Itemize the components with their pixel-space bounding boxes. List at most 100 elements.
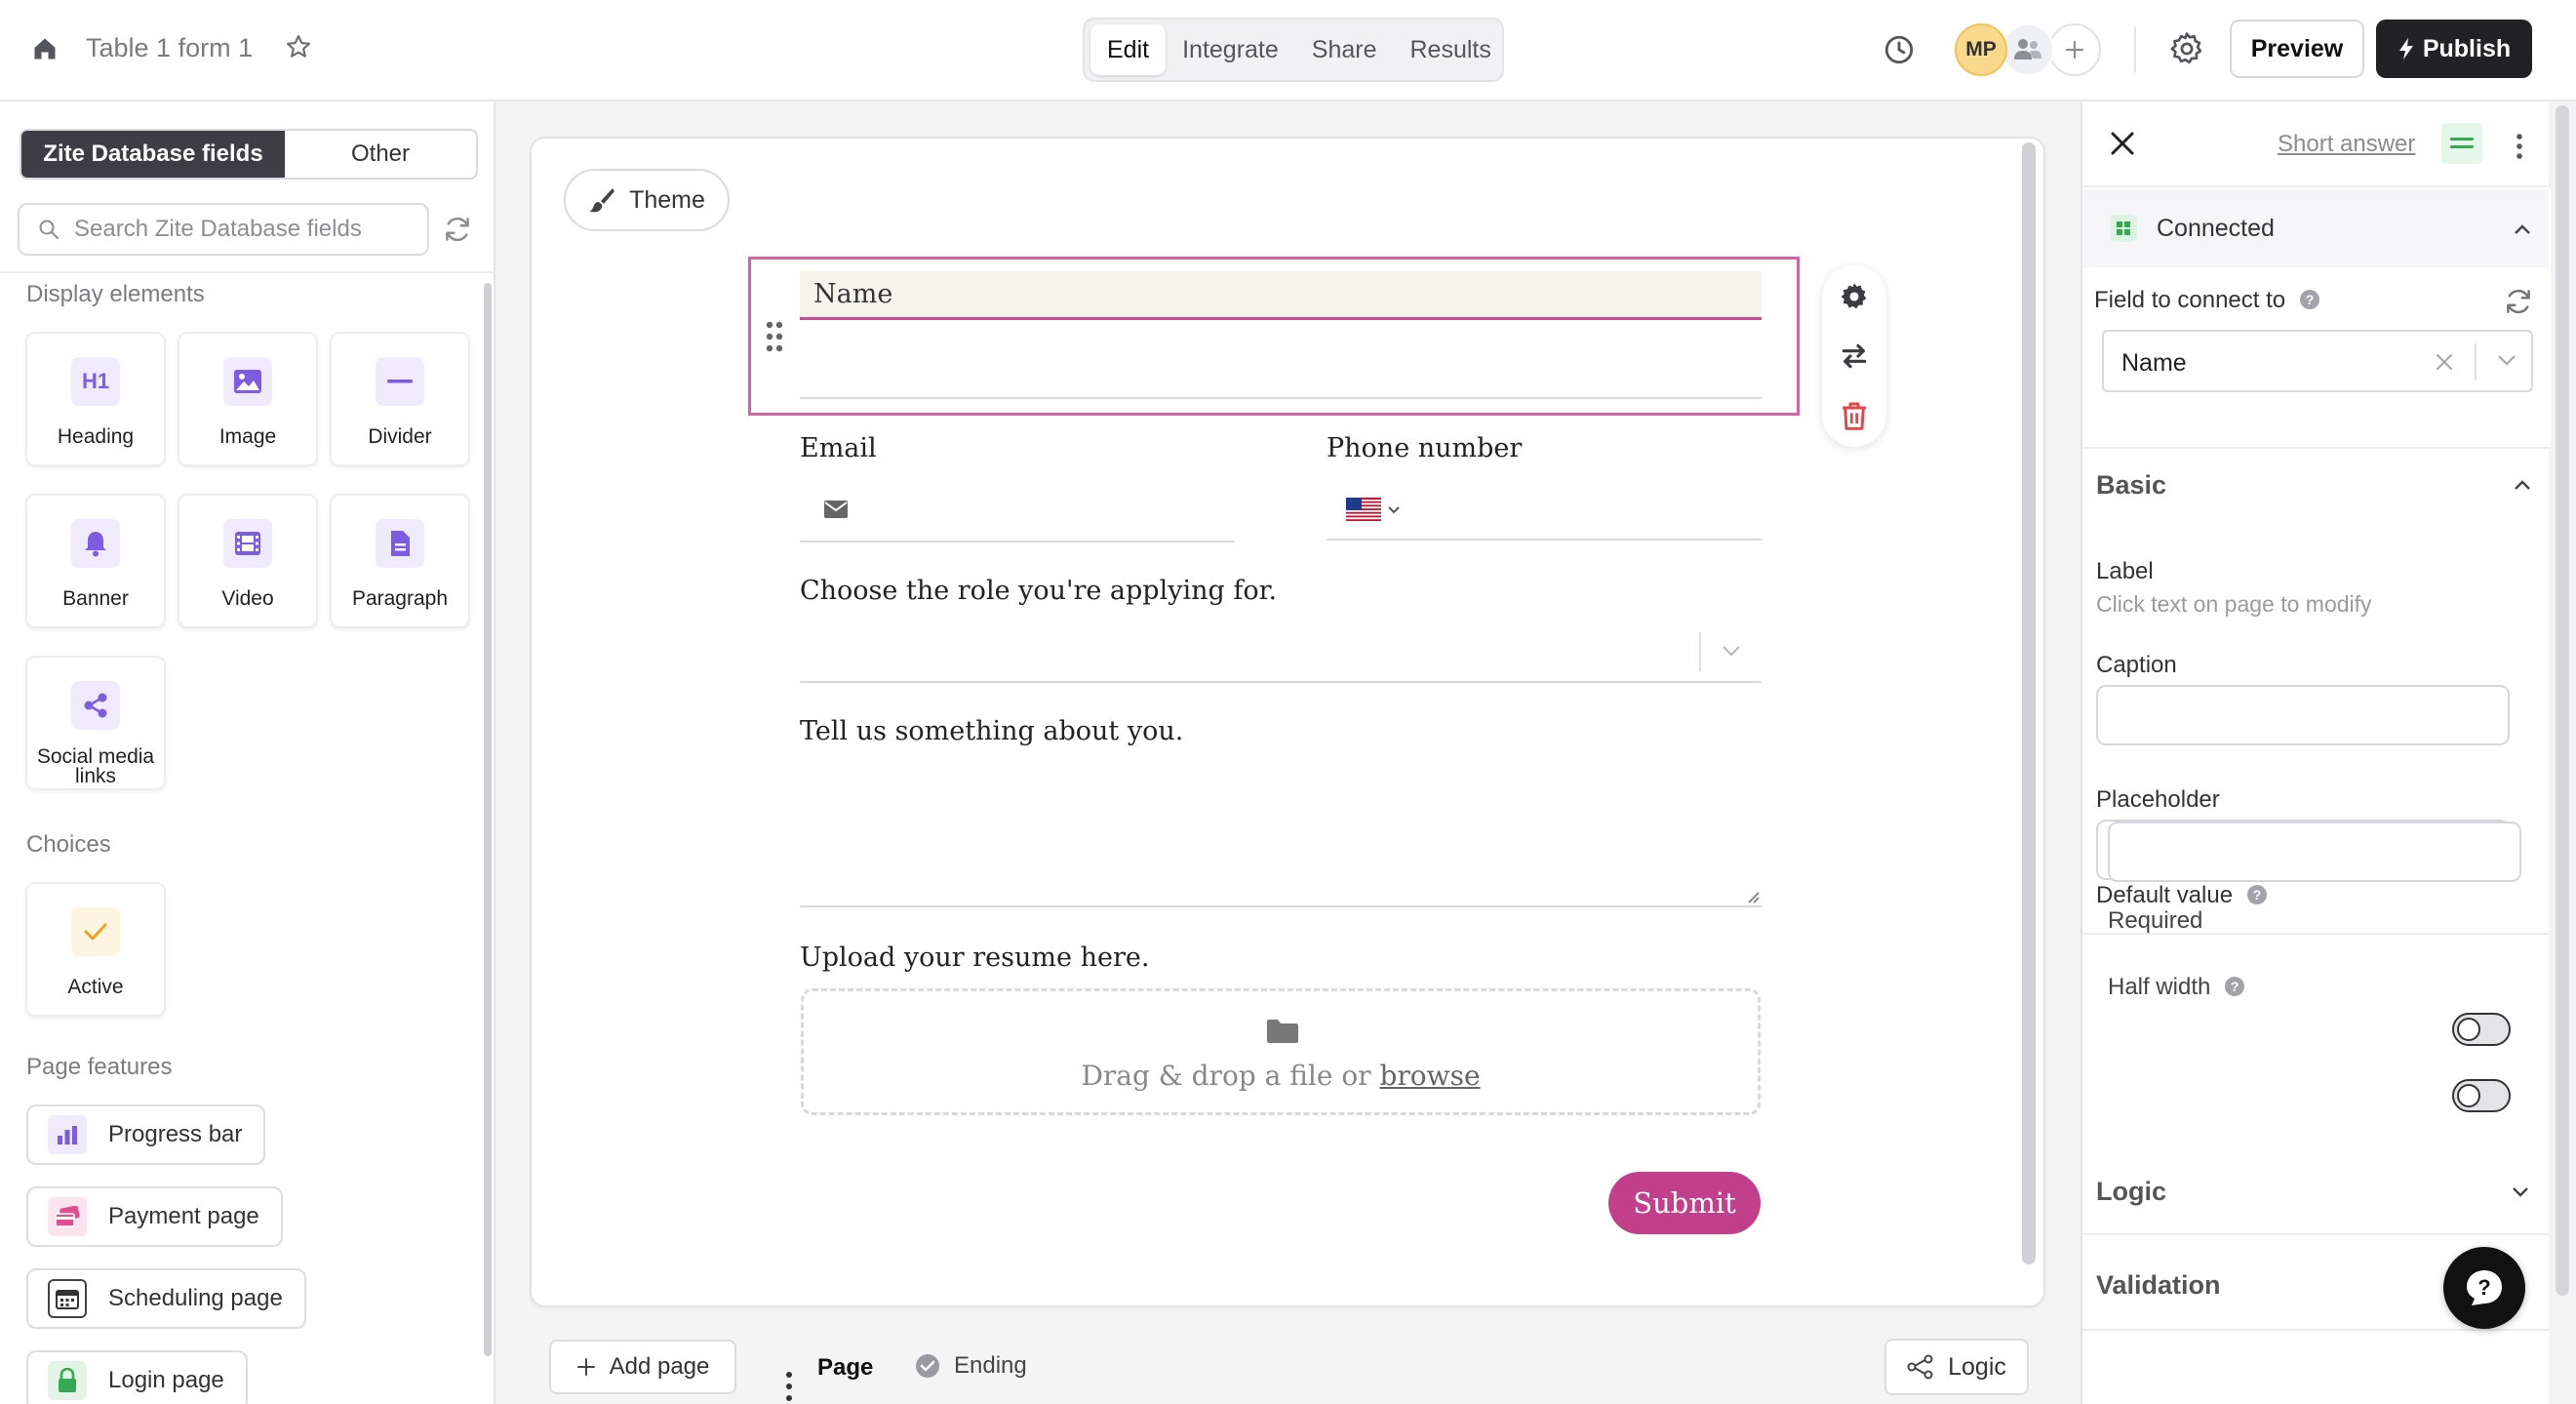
placeholder-label: Placeholder xyxy=(2096,786,2220,813)
share-icon xyxy=(71,681,120,730)
star-icon[interactable] xyxy=(285,33,312,60)
resume-field-label[interactable]: Upload your resume here. xyxy=(800,943,1149,973)
element-banner[interactable]: Banner xyxy=(25,494,166,628)
element-video[interactable]: Video xyxy=(178,494,318,628)
refresh-icon[interactable] xyxy=(2504,287,2533,316)
name-field-label[interactable]: Name xyxy=(800,271,1762,320)
add-page-button[interactable]: Add page xyxy=(549,1340,736,1394)
logic-section[interactable]: Logic xyxy=(2082,1143,2551,1235)
envelope-icon xyxy=(824,501,848,518)
tab-zite-database-fields[interactable]: Zite Database fields xyxy=(21,131,285,178)
phone-field-label[interactable]: Phone number xyxy=(1327,433,1522,463)
help-chat-button[interactable]: ? xyxy=(2443,1247,2525,1329)
tab-results[interactable]: Results xyxy=(1394,24,1508,75)
half-width-label: Half width? xyxy=(2108,974,2245,1001)
ending-tab[interactable]: Ending xyxy=(915,1352,1027,1380)
toggle-knob xyxy=(2457,1018,2480,1041)
field-connect-select[interactable]: Name xyxy=(2102,330,2533,392)
element-divider[interactable]: Divider xyxy=(330,332,470,466)
validation-title: Validation xyxy=(2096,1270,2221,1300)
theme-button[interactable]: Theme xyxy=(564,169,730,231)
logic-button[interactable]: Logic xyxy=(1884,1339,2029,1395)
panel-scrollbar[interactable] xyxy=(2556,105,2569,1296)
history-icon[interactable] xyxy=(1882,33,1916,66)
feature-progress-bar[interactable]: Progress bar xyxy=(26,1104,266,1165)
home-icon[interactable] xyxy=(31,35,59,62)
publish-button[interactable]: Publish xyxy=(2376,20,2532,78)
more-options-icon[interactable] xyxy=(2516,133,2523,160)
tab-share[interactable]: Share xyxy=(1295,24,1394,75)
top-bar: Table 1 form 1 Edit Integrate Share Resu… xyxy=(0,0,2576,101)
svg-text:?: ? xyxy=(2477,1275,2490,1300)
gear-icon[interactable] xyxy=(2169,31,2204,66)
element-social-media-links[interactable]: Social media links xyxy=(25,656,166,790)
element-paragraph[interactable]: Paragraph xyxy=(330,494,470,628)
connected-section: Connected Field to connect to? Name xyxy=(2082,189,2551,449)
phone-input[interactable] xyxy=(1327,474,1762,541)
basic-title[interactable]: Basic xyxy=(2096,470,2166,501)
role-dropdown[interactable] xyxy=(800,624,1762,683)
help-icon[interactable]: ? xyxy=(2224,976,2245,997)
about-textarea[interactable] xyxy=(800,759,1762,907)
drag-handle-icon[interactable] xyxy=(764,320,785,353)
add-collaborator-button[interactable] xyxy=(2048,23,2101,76)
collaborators-icon[interactable] xyxy=(2001,23,2054,76)
clear-icon[interactable] xyxy=(2434,351,2455,373)
element-active[interactable]: Active xyxy=(25,882,166,1017)
theme-label: Theme xyxy=(629,185,705,214)
resize-handle-icon[interactable] xyxy=(1746,890,1760,903)
browse-link[interactable]: browse xyxy=(1379,1060,1480,1092)
feature-payment-page[interactable]: Payment page xyxy=(26,1186,283,1247)
mode-tabs: Edit Integrate Share Results xyxy=(1083,18,1504,82)
name-field-input[interactable] xyxy=(800,397,1762,399)
page-tab[interactable]: Page xyxy=(817,1354,873,1382)
section-title-features: Page features xyxy=(26,1054,173,1080)
chevron-up-icon xyxy=(2515,224,2530,234)
role-field-label[interactable]: Choose the role you're applying for. xyxy=(800,576,1277,606)
email-input[interactable] xyxy=(800,474,1235,542)
feature-login-page[interactable]: Login page xyxy=(26,1350,248,1404)
search-input[interactable] xyxy=(74,216,406,243)
chat-help-icon: ? xyxy=(2467,1270,2502,1305)
caption-input[interactable] xyxy=(2096,685,2510,745)
tab-edit[interactable]: Edit xyxy=(1090,24,1167,75)
tab-integrate[interactable]: Integrate xyxy=(1166,24,1295,75)
field-settings-icon[interactable] xyxy=(1839,281,1870,312)
refresh-icon[interactable] xyxy=(443,215,472,244)
avatar[interactable]: MP xyxy=(1955,23,2007,76)
required-toggle[interactable] xyxy=(2452,1013,2511,1046)
element-image[interactable]: Image xyxy=(178,332,318,466)
source-tabs: Zite Database fields Other xyxy=(20,129,478,180)
chevron-up-icon[interactable] xyxy=(2512,474,2533,496)
calendar-icon xyxy=(48,1279,87,1318)
help-icon[interactable]: ? xyxy=(2299,289,2320,310)
default-value-input[interactable] xyxy=(2108,822,2521,882)
search-box xyxy=(18,203,429,256)
search-icon xyxy=(39,220,59,239)
about-field-label[interactable]: Tell us something about you. xyxy=(800,716,1183,746)
credit-card-icon xyxy=(48,1197,87,1236)
field-type-link[interactable]: Short answer xyxy=(2278,131,2415,158)
help-icon[interactable]: ? xyxy=(2246,884,2268,905)
tab-other[interactable]: Other xyxy=(285,131,476,178)
canvas-scrollbar[interactable] xyxy=(2022,142,2036,1264)
swap-icon[interactable] xyxy=(1839,341,1870,372)
page-menu-icon[interactable] xyxy=(784,1370,794,1403)
preview-button[interactable]: Preview xyxy=(2230,20,2364,78)
email-field-label[interactable]: Email xyxy=(800,433,877,463)
close-icon[interactable] xyxy=(2110,131,2135,156)
document-title[interactable]: Table 1 form 1 xyxy=(86,33,253,63)
file-dropzone[interactable]: Drag & drop a file or browse xyxy=(801,988,1761,1115)
element-heading[interactable]: H1 Heading xyxy=(25,332,166,466)
feature-scheduling-page[interactable]: Scheduling page xyxy=(26,1268,306,1329)
image-icon xyxy=(223,357,272,406)
us-flag-icon[interactable] xyxy=(1346,498,1381,521)
short-answer-icon[interactable] xyxy=(2441,123,2482,164)
sidebar-scrollbar[interactable] xyxy=(484,283,492,1356)
submit-button[interactable]: Submit xyxy=(1608,1172,1761,1234)
paragraph-icon xyxy=(376,519,424,568)
toolbar-divider xyxy=(2134,27,2136,72)
trash-icon[interactable] xyxy=(1839,400,1870,431)
half-width-toggle[interactable] xyxy=(2452,1079,2511,1112)
connected-header[interactable]: Connected xyxy=(2082,189,2549,267)
